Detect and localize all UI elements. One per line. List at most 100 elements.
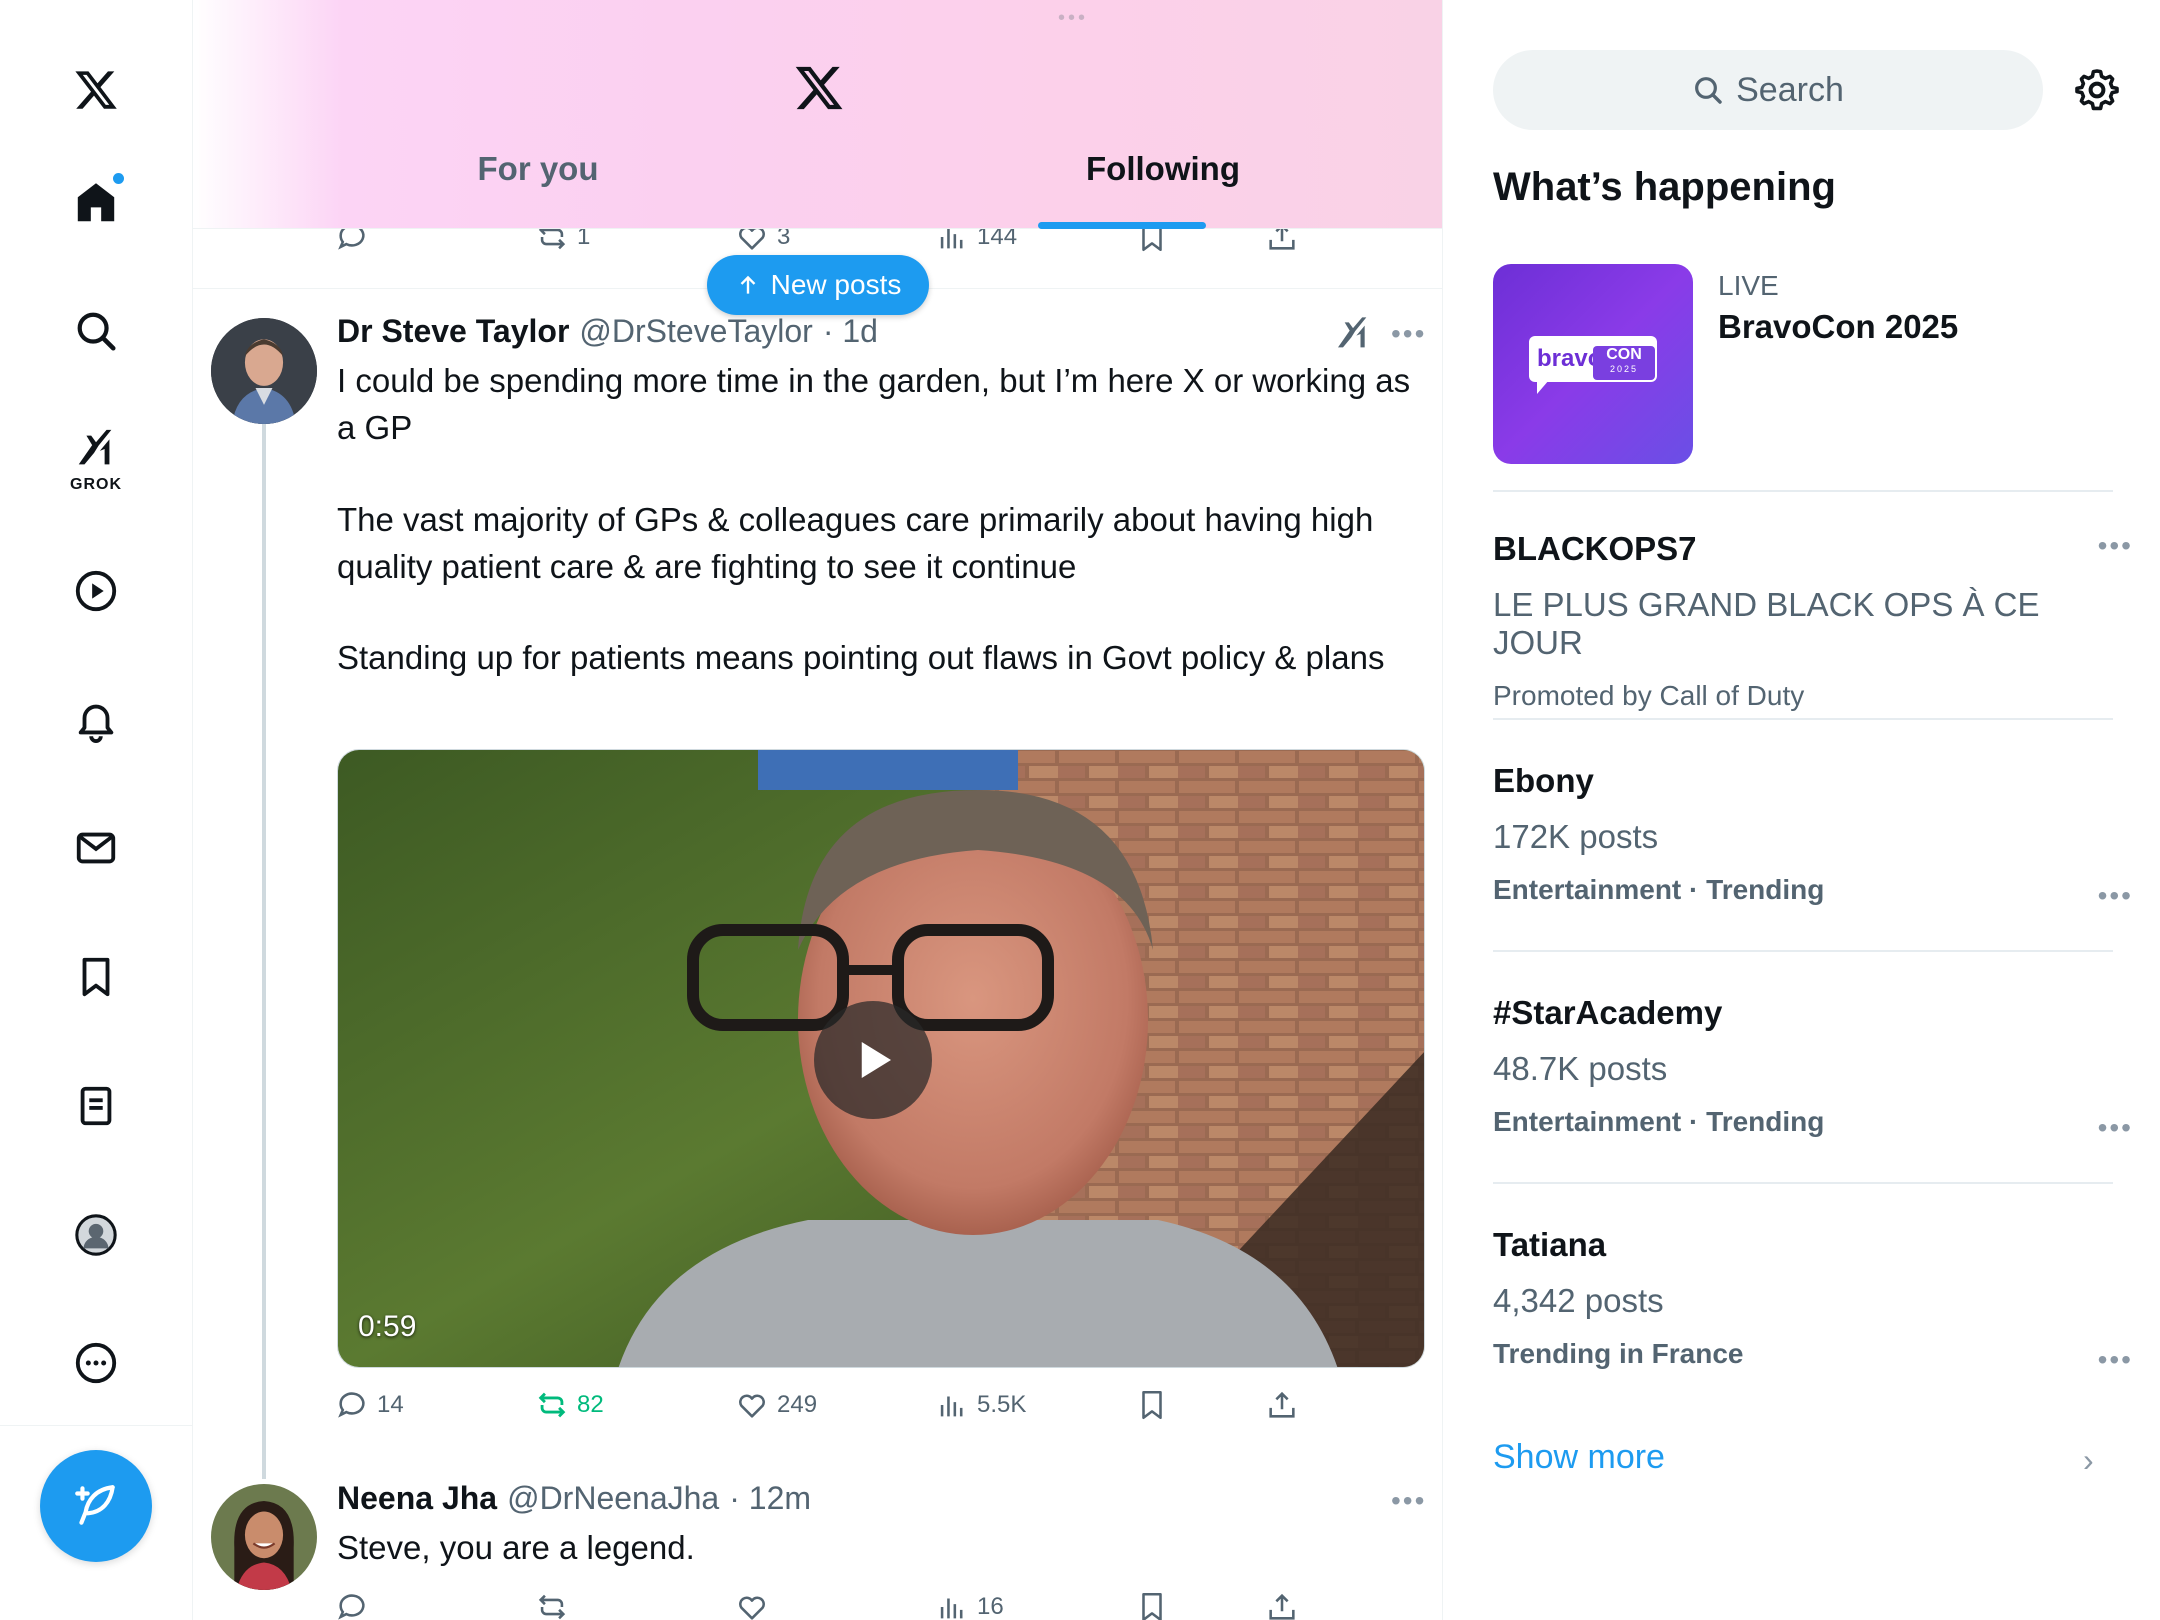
live-label: LIVE — [1718, 270, 1779, 301]
timeline: ••• For you Following 1 3 144 New posts … — [193, 0, 1443, 1620]
reply-actions: 16 — [335, 1590, 1335, 1620]
reply-button[interactable]: 14 — [335, 1388, 404, 1422]
new-posts-label: New posts — [770, 269, 902, 300]
play-button[interactable] — [814, 1001, 932, 1119]
repost-button[interactable] — [535, 1590, 569, 1620]
nav-divider — [0, 1425, 193, 1426]
avatar[interactable] — [211, 1484, 317, 1590]
repost-button[interactable]: 82 — [535, 1388, 604, 1422]
live-title: BravoCon 2025 — [1718, 308, 1959, 345]
trend-more-icon[interactable]: ••• — [2098, 1112, 2133, 1144]
grok-icon[interactable] — [1333, 314, 1373, 354]
post-header: Dr Steve Taylor @DrSteveTaylor · 1d — [337, 313, 878, 353]
post-more-icon[interactable]: ••• — [1391, 1485, 1426, 1517]
trend-subtitle: 4,342 posts — [1493, 1282, 1664, 1319]
search-placeholder: Search — [1736, 70, 1844, 109]
x-logo-icon[interactable] — [56, 50, 136, 130]
profile-icon[interactable] — [56, 1195, 136, 1275]
trend-meta: Entertainment · Trending — [1493, 1106, 1825, 1137]
post-time[interactable]: · 1d — [823, 313, 878, 350]
tab-for-you[interactable]: For you — [388, 150, 688, 228]
post-actions: 14 82 249 5.5K — [335, 1388, 1335, 1438]
like-button[interactable] — [735, 1590, 769, 1620]
trend-name: Ebony — [1493, 762, 1594, 799]
search-icon — [1695, 77, 1722, 104]
compose-feather-icon — [75, 1485, 115, 1525]
compose-button[interactable] — [40, 1450, 152, 1562]
video-icon[interactable] — [56, 551, 136, 631]
more-icon[interactable] — [56, 1323, 136, 1403]
divider — [1493, 950, 2113, 952]
trend-name: Tatiana — [1493, 1226, 1607, 1263]
right-sidebar: Search What’s happening bravo CON 2025 L… — [1443, 0, 2160, 1620]
author-name[interactable]: Dr Steve Taylor — [337, 313, 569, 350]
trend-subtitle: 48.7K posts — [1493, 1050, 1668, 1087]
thread-line — [262, 424, 266, 1479]
tab-following[interactable]: Following — [1013, 150, 1313, 228]
list-icon[interactable] — [56, 1066, 136, 1146]
views-count: 16 — [977, 1593, 1004, 1620]
divider — [1493, 1182, 2113, 1184]
share-button[interactable] — [1265, 1590, 1299, 1620]
trend-subtitle: LE PLUS GRAND BLACK OPS À CE JOUR — [1493, 586, 2040, 661]
divider — [1493, 490, 2113, 492]
views-button[interactable]: 5.5K — [935, 1388, 1026, 1422]
timeline-header: ••• For you Following — [193, 0, 1442, 229]
bookmark-button[interactable] — [1135, 1388, 1169, 1422]
home-icon[interactable] — [56, 163, 136, 243]
views-icon — [940, 1598, 963, 1619]
author-name[interactable]: Neena Jha — [337, 1480, 497, 1517]
search-icon[interactable] — [56, 291, 136, 371]
mail-icon[interactable] — [56, 808, 136, 888]
trend-more-icon[interactable]: ••• — [2098, 1344, 2133, 1376]
author-handle[interactable]: @DrNeenaJha — [507, 1480, 719, 1517]
new-posts-button[interactable]: New posts — [707, 255, 929, 315]
reply-icon — [338, 1594, 365, 1620]
trend-name: BLACKOPS7 — [1493, 530, 1697, 567]
left-navigation: GROK — [0, 0, 193, 1620]
share-button[interactable] — [1265, 1388, 1299, 1422]
active-tab-indicator — [1038, 222, 1206, 229]
views-icon — [940, 1396, 963, 1417]
search-input[interactable]: Search — [1493, 50, 2043, 130]
bookmark-icon[interactable] — [56, 937, 136, 1017]
section-title: What’s happening — [1493, 165, 1836, 209]
trend-item[interactable]: Tatiana 4,342 posts Trending in France •… — [1493, 1226, 2133, 1375]
live-event-card[interactable]: bravo CON 2025 LIVE BravoCon 2025 — [1493, 264, 2113, 464]
share-icon — [1269, 1391, 1295, 1418]
video-player[interactable]: 0:59 — [337, 749, 1425, 1368]
video-duration: 0:59 — [358, 1310, 417, 1343]
reply-button[interactable] — [335, 1590, 369, 1620]
thumb-text-2: CON — [1606, 346, 1642, 363]
grok-icon[interactable]: GROK — [56, 420, 136, 500]
trend-item[interactable]: BLACKOPS7 LE PLUS GRAND BLACK OPS À CE J… — [1493, 530, 2133, 712]
trend-item[interactable]: #StarAcademy 48.7K posts Entertainment ·… — [1493, 994, 2133, 1143]
divider — [1493, 718, 2113, 720]
trend-subtitle: 172K posts — [1493, 818, 1659, 855]
post-more-icon[interactable]: ••• — [1391, 318, 1426, 350]
trend-meta: Trending in France — [1493, 1338, 1744, 1369]
bookmark-icon — [1142, 1592, 1162, 1620]
avatar[interactable] — [211, 318, 317, 424]
heart-icon — [739, 1596, 765, 1620]
drag-handle[interactable]: ••• — [1058, 8, 1118, 28]
chevron-right-icon: › — [2083, 1442, 2094, 1478]
views-count: 5.5K — [977, 1391, 1027, 1418]
post-text-paragraph-2: The vast majority of GPs & colleagues ca… — [337, 501, 1374, 585]
trend-item[interactable]: Ebony 172K posts Entertainment · Trendin… — [1493, 762, 2133, 911]
trend-meta: Entertainment · Trending — [1493, 874, 1825, 905]
trend-meta: Promoted by Call of Duty — [1493, 680, 1805, 711]
thumb-year: 2025 — [1609, 364, 1639, 374]
views-button[interactable]: 16 — [935, 1590, 1004, 1620]
trend-more-icon[interactable]: ••• — [2098, 530, 2133, 562]
like-count: 249 — [777, 1391, 818, 1418]
author-handle[interactable]: @DrSteveTaylor — [579, 313, 812, 350]
repost-icon — [538, 1392, 566, 1418]
bell-icon[interactable] — [56, 680, 136, 760]
show-more-link[interactable]: Show more — [1493, 1438, 1665, 1477]
bookmark-button[interactable] — [1135, 1590, 1169, 1620]
post-time[interactable]: · 12m — [729, 1480, 811, 1517]
gear-icon[interactable] — [2073, 66, 2121, 114]
like-button[interactable]: 249 — [735, 1388, 817, 1422]
trend-more-icon[interactable]: ••• — [2098, 880, 2133, 912]
